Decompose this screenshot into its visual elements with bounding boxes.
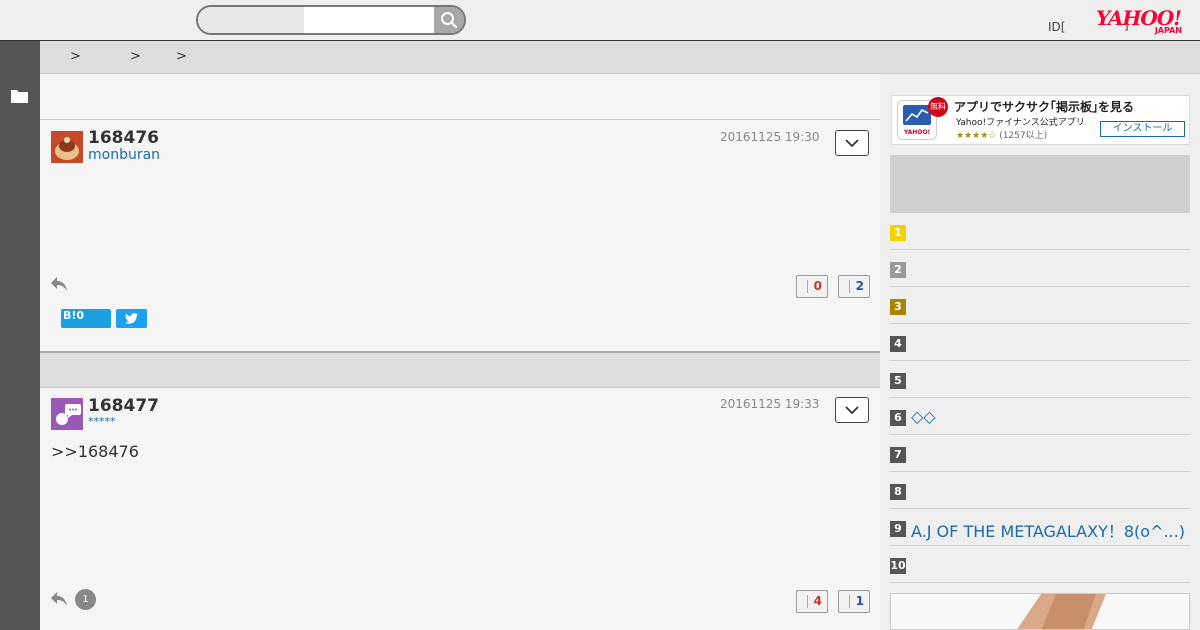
post-menu-button[interactable] bbox=[835, 397, 869, 423]
avatar[interactable] bbox=[51, 398, 83, 430]
photo-ad[interactable] bbox=[890, 593, 1190, 630]
svg-text:YAHOO!: YAHOO! bbox=[903, 129, 930, 136]
post-number: 168476 bbox=[88, 128, 159, 148]
bad-vote-button[interactable]: 1 bbox=[838, 590, 870, 613]
app-promo-banner[interactable]: YAHOO! 無料 アプリでサクサク｢掲示板｣を見る Yahoo!ファイナンス公… bbox=[891, 95, 1190, 145]
ranking-item[interactable]: 8 bbox=[890, 472, 1190, 509]
ranking-item[interactable]: 4 bbox=[890, 324, 1190, 361]
rank-badge: 9 bbox=[890, 521, 906, 537]
post-168477: 168477 ***** 20161125 19:33 >>168476 1 4… bbox=[40, 388, 880, 630]
chevron-down-icon bbox=[845, 139, 859, 147]
app-banner-subtitle: Yahoo!ファイナンス公式アプリ bbox=[956, 118, 1085, 128]
post-body: >>168476 bbox=[51, 442, 139, 461]
post-separator bbox=[40, 351, 880, 388]
ranking-link[interactable]: ◇◇ bbox=[911, 407, 1189, 426]
vote-divider bbox=[849, 280, 850, 293]
search-box bbox=[196, 5, 466, 35]
ranking-item[interactable]: 1 bbox=[890, 213, 1190, 250]
breadcrumb-separator: > bbox=[176, 49, 187, 64]
ranking-item[interactable]: 7 bbox=[890, 435, 1190, 472]
post-168476: 168476 monburan 20161125 19:30 0 2 B!0 bbox=[40, 120, 880, 351]
vote-divider bbox=[807, 595, 808, 608]
rank-badge: 2 bbox=[890, 262, 906, 278]
search-input[interactable] bbox=[304, 7, 434, 33]
vote-divider bbox=[807, 280, 808, 293]
post-date: 20161125 19:30 bbox=[720, 130, 820, 144]
top-bar: ID[ ] YAHOO! JAPAN bbox=[0, 0, 1200, 41]
twitter-icon bbox=[125, 313, 138, 324]
ranking-item[interactable]: 3 bbox=[890, 287, 1190, 324]
app-review-count: (1257以上) bbox=[999, 131, 1048, 141]
breadcrumb-separator: > bbox=[70, 49, 81, 64]
good-vote-button[interactable]: 4 bbox=[796, 590, 828, 613]
rank-badge: 7 bbox=[890, 447, 906, 463]
ranking-item[interactable]: 6 ◇◇ bbox=[890, 398, 1190, 435]
rank-badge: 5 bbox=[890, 373, 906, 389]
app-rating-stars: ★★★★☆ bbox=[956, 131, 997, 141]
logo-sub-text: JAPAN bbox=[1154, 26, 1182, 35]
tweet-button[interactable] bbox=[116, 309, 147, 328]
post-username[interactable]: monburan bbox=[88, 147, 160, 163]
right-sidebar: YAHOO! 無料 アプリでサクサク｢掲示板｣を見る Yahoo!ファイナンス公… bbox=[880, 74, 1200, 630]
post-username[interactable]: ***** bbox=[88, 415, 116, 428]
search-category[interactable] bbox=[198, 7, 304, 33]
post-number: 168477 bbox=[88, 396, 159, 416]
ad-placeholder[interactable] bbox=[890, 155, 1190, 213]
free-badge: 無料 bbox=[928, 97, 948, 117]
search-icon bbox=[441, 12, 458, 29]
hatena-bookmark-button[interactable]: B!0 bbox=[61, 309, 111, 328]
ranking-item[interactable]: 5 bbox=[890, 361, 1190, 398]
user-id-label[interactable]: ID[ bbox=[1048, 20, 1065, 34]
good-vote-count: 0 bbox=[813, 279, 822, 293]
thread-header-space bbox=[40, 74, 880, 120]
reply-icon[interactable] bbox=[50, 276, 68, 296]
bad-vote-count: 2 bbox=[855, 279, 864, 293]
rank-badge: 4 bbox=[890, 336, 906, 352]
ranking-item[interactable]: 10 bbox=[890, 546, 1190, 583]
reply-icon[interactable] bbox=[50, 591, 68, 611]
rank-badge: 8 bbox=[890, 484, 906, 500]
vote-divider bbox=[849, 595, 850, 608]
rank-badge: 3 bbox=[890, 299, 906, 315]
rank-badge: 6 bbox=[890, 410, 906, 426]
install-button[interactable]: インストール bbox=[1100, 121, 1185, 137]
avatar[interactable] bbox=[51, 131, 83, 163]
logo-main-text: YAHOO! bbox=[1096, 6, 1182, 30]
good-vote-button[interactable]: 0 bbox=[796, 275, 828, 298]
left-sidebar bbox=[0, 41, 40, 630]
breadcrumb-separator: > bbox=[130, 49, 141, 64]
folder-icon[interactable] bbox=[11, 88, 28, 107]
ranking-link[interactable]: A.J OF THE METAGALAXY！8(o^...) bbox=[911, 518, 1189, 542]
rank-badge: 10 bbox=[890, 558, 906, 574]
breadcrumb: > > > bbox=[40, 41, 1200, 74]
ranking-item[interactable]: 9 A.J OF THE METAGALAXY！8(o^...) bbox=[890, 509, 1190, 546]
ranking-item[interactable]: 2 bbox=[890, 250, 1190, 287]
main-content: 168476 monburan 20161125 19:30 0 2 B!0 1… bbox=[40, 74, 880, 630]
app-banner-title: アプリでサクサク｢掲示板｣を見る bbox=[954, 100, 1135, 114]
good-vote-count: 4 bbox=[813, 594, 822, 608]
post-menu-button[interactable] bbox=[835, 130, 869, 156]
rank-badge: 1 bbox=[890, 225, 906, 241]
bad-vote-button[interactable]: 2 bbox=[838, 275, 870, 298]
post-date: 20161125 19:33 bbox=[720, 397, 820, 411]
app-rating: ★★★★☆ (1257以上) bbox=[956, 128, 1047, 141]
yahoo-japan-logo[interactable]: YAHOO! JAPAN bbox=[1096, 8, 1188, 36]
bad-vote-count: 1 bbox=[855, 594, 864, 608]
reply-count-badge[interactable]: 1 bbox=[75, 589, 96, 610]
chevron-down-icon bbox=[845, 406, 859, 414]
search-button[interactable] bbox=[434, 7, 464, 33]
